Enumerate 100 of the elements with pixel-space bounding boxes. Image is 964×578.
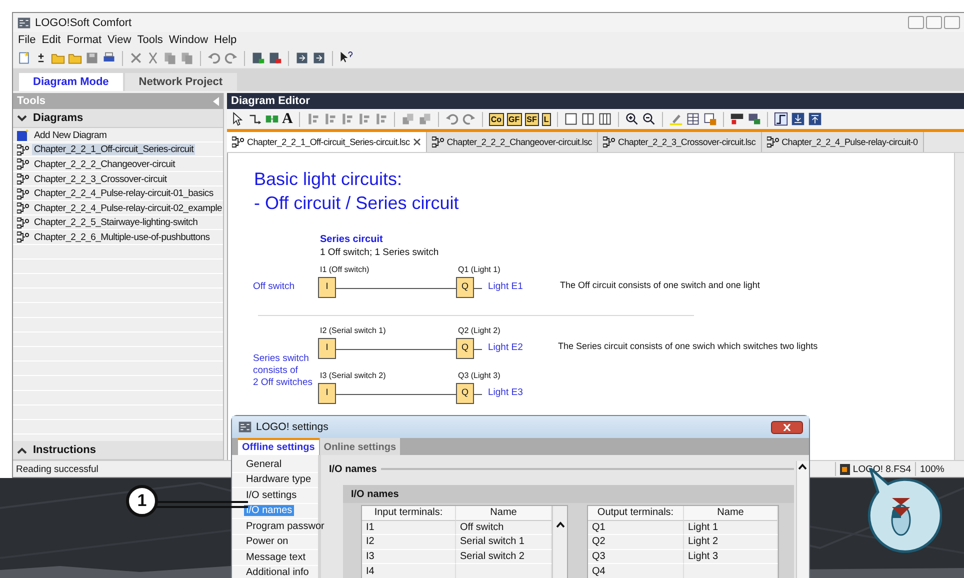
table-cell: I2 bbox=[362, 535, 456, 550]
diagram-heading: Series circuit bbox=[320, 234, 383, 245]
single-view-icon[interactable] bbox=[564, 112, 578, 126]
minimize-button[interactable] bbox=[908, 16, 924, 29]
folder-icon[interactable] bbox=[68, 51, 82, 65]
input-block[interactable]: I bbox=[318, 383, 336, 404]
menu-item[interactable]: Tools bbox=[134, 34, 166, 46]
column-header: Name bbox=[684, 506, 778, 521]
settings-nav-item[interactable]: Additional info bbox=[244, 567, 311, 578]
diagram-list-item[interactable]: Chapter_2_2_4_Pulse-relay-circuit-02_example bbox=[32, 202, 223, 214]
layer-icon[interactable] bbox=[418, 112, 432, 126]
diagram-tab[interactable]: Chapter_2_2_2_Changeover-circuit.lsc bbox=[426, 132, 598, 152]
section-header[interactable]: Instructions bbox=[13, 441, 223, 460]
window-title: LOGO!Soft Comfort bbox=[35, 16, 133, 28]
table-icon[interactable] bbox=[686, 112, 700, 126]
export-icon[interactable] bbox=[312, 51, 326, 65]
table-cell: Light 1 bbox=[684, 520, 778, 536]
block-type-button[interactable]: GF bbox=[506, 112, 522, 126]
app-logo-icon bbox=[17, 16, 31, 30]
layer-icon[interactable] bbox=[400, 112, 415, 126]
redo-icon[interactable] bbox=[224, 51, 238, 65]
import-icon[interactable] bbox=[295, 51, 309, 65]
block-type-button[interactable]: Co bbox=[488, 112, 504, 126]
triple-view-icon[interactable] bbox=[598, 112, 612, 126]
output-block[interactable]: Q bbox=[456, 338, 474, 359]
output-label: Q3 (Light 3) bbox=[458, 371, 500, 380]
new-file-icon[interactable] bbox=[17, 51, 31, 65]
diagram-list-item[interactable]: Add New Diagram bbox=[32, 130, 109, 141]
diagram-list-item[interactable]: Chapter_2_2_1_Off-circuit_Series-circuit bbox=[32, 144, 196, 156]
input-label: I3 (Serial switch 2) bbox=[320, 371, 386, 380]
align-icon[interactable] bbox=[322, 112, 337, 126]
delete-icon[interactable] bbox=[129, 51, 143, 65]
download-icon[interactable] bbox=[790, 112, 805, 126]
diagram-list-item[interactable]: Chapter_2_2_5_Stairwaye-lighting-switch bbox=[32, 217, 200, 228]
scroll-up-icon[interactable] bbox=[556, 520, 564, 529]
close-button[interactable] bbox=[771, 420, 803, 434]
input-label: I2 (Serial switch 1) bbox=[320, 326, 386, 335]
menu-item[interactable]: Format bbox=[64, 34, 105, 46]
settings-tab[interactable]: Online settings bbox=[320, 438, 400, 455]
vertical-scrollbar[interactable] bbox=[954, 153, 964, 460]
settings-tab[interactable]: Offline settings bbox=[238, 438, 319, 455]
diagram-title: Basic light circuits: bbox=[254, 169, 402, 190]
pointer-icon[interactable] bbox=[231, 112, 245, 126]
save-icon[interactable] bbox=[85, 51, 99, 65]
settings-nav-item[interactable]: General bbox=[244, 458, 284, 470]
settings-nav-item[interactable]: Power on bbox=[244, 536, 290, 548]
connector-icon[interactable] bbox=[248, 112, 262, 126]
align-icon[interactable] bbox=[306, 112, 320, 126]
diagram-list-item[interactable]: Chapter_2_2_4_Pulse-relay-circuit-01_basics bbox=[32, 188, 216, 200]
diagram-tab[interactable]: Chapter_2_2_4_Pulse-relay-circuit-0 bbox=[762, 132, 924, 152]
align-icon[interactable] bbox=[340, 112, 354, 126]
table-icon[interactable] bbox=[702, 112, 717, 126]
block-type-button[interactable]: L bbox=[542, 112, 551, 126]
output-block[interactable]: Q bbox=[456, 383, 474, 404]
maximize-button[interactable] bbox=[926, 16, 942, 29]
diagram-list-item[interactable]: Chapter_2_2_6_Multiple-use-of-pushbuttons bbox=[32, 232, 212, 243]
undo-icon[interactable] bbox=[207, 51, 221, 65]
copy-icon[interactable] bbox=[163, 51, 177, 65]
close-icon[interactable] bbox=[412, 138, 421, 146]
collapse-icon[interactable] bbox=[213, 96, 219, 106]
paste-icon[interactable] bbox=[180, 51, 194, 65]
mode-tab[interactable]: Network Project bbox=[124, 73, 237, 91]
redo-icon[interactable] bbox=[462, 112, 476, 126]
settings-nav-item[interactable]: Program passwor bbox=[244, 520, 326, 532]
scroll-up-icon[interactable] bbox=[797, 461, 808, 472]
cut-icon[interactable] bbox=[146, 51, 160, 65]
diagram-tab[interactable]: Chapter_2_2_1_Off-circuit_Series-circuit.lsc bbox=[227, 132, 427, 152]
upload-icon[interactable] bbox=[808, 112, 822, 126]
settings-nav-item[interactable]: Hardware type bbox=[244, 474, 314, 486]
menu-item[interactable]: Help bbox=[211, 34, 240, 46]
zoom-out-icon[interactable] bbox=[642, 112, 656, 126]
align-icon[interactable] bbox=[356, 112, 371, 126]
settings-nav-item[interactable]: Message text bbox=[244, 552, 308, 563]
menu-item[interactable]: File bbox=[15, 34, 39, 46]
text-tool[interactable]: A bbox=[282, 110, 293, 128]
output-block[interactable]: Q bbox=[456, 277, 474, 298]
block-type-button[interactable]: SF bbox=[524, 112, 539, 126]
step-icon[interactable] bbox=[774, 112, 788, 126]
diagram-list-item[interactable]: Chapter_2_2_2_Changeover-circuit bbox=[32, 158, 177, 170]
diagram-list-item[interactable]: Chapter_2_2_3_Crossover-circuit bbox=[32, 174, 169, 185]
monitor-icon[interactable] bbox=[746, 112, 761, 126]
settings-nav-item[interactable]: I/O settings bbox=[244, 490, 299, 501]
section-header[interactable]: Diagrams bbox=[13, 109, 223, 128]
mode-tab[interactable]: Diagram Mode bbox=[19, 73, 123, 91]
output-wire bbox=[474, 394, 482, 395]
output-label: Q1 (Light 1) bbox=[458, 265, 500, 274]
output-wire bbox=[474, 349, 482, 350]
menu-item[interactable]: View bbox=[104, 34, 134, 46]
input-block[interactable]: I bbox=[318, 338, 336, 359]
undo-icon[interactable] bbox=[444, 112, 459, 126]
split-view-icon[interactable] bbox=[580, 112, 595, 126]
status-message: Reading successful bbox=[16, 464, 98, 474]
diagram-tab[interactable]: Chapter_2_2_3_Crossover-circuit.lsc bbox=[598, 132, 762, 152]
menu-item[interactable]: Edit bbox=[38, 34, 64, 46]
menu-item[interactable]: Window bbox=[166, 34, 212, 46]
zoom-in-icon[interactable] bbox=[624, 112, 639, 126]
align-icon[interactable] bbox=[374, 112, 388, 126]
help-pointer-icon[interactable] bbox=[339, 51, 353, 65]
chevron-up-icon bbox=[17, 446, 27, 454]
input-block[interactable]: I bbox=[318, 277, 336, 298]
